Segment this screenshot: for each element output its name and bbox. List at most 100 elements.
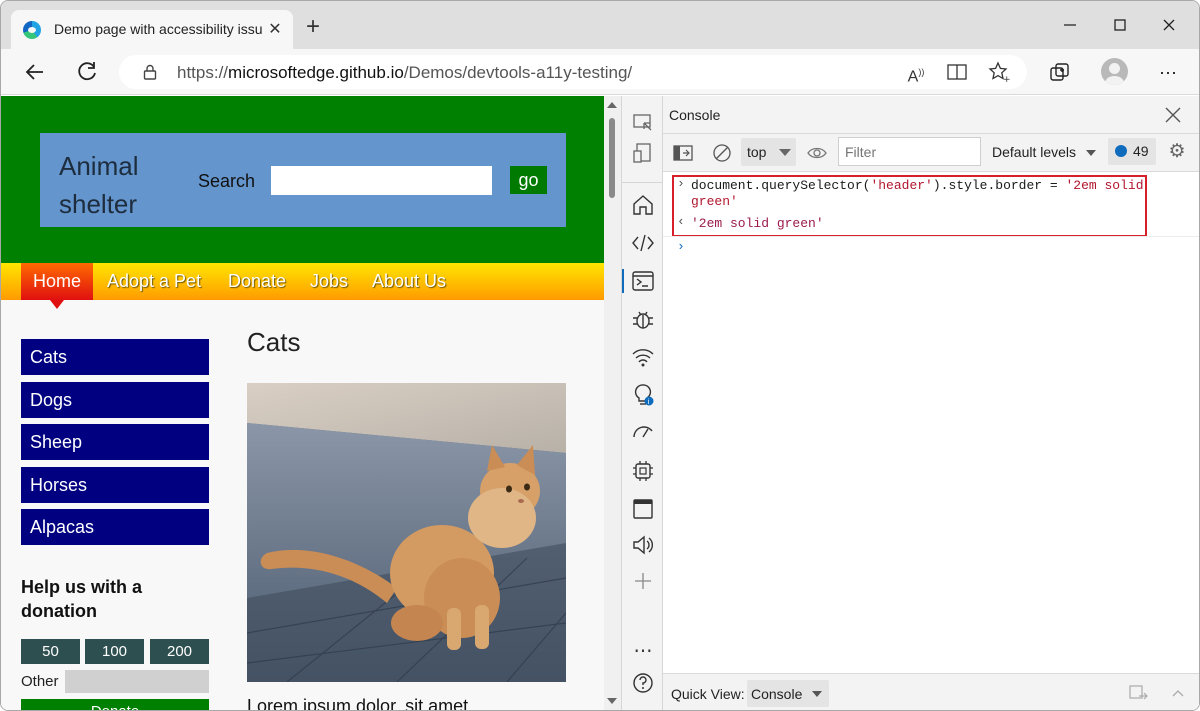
amount-200-button[interactable]: 200 (150, 639, 209, 664)
quick-view-chevron-down-icon (812, 691, 822, 697)
nav-about[interactable]: About Us (360, 263, 458, 300)
context-value: top (747, 144, 767, 160)
collections-icon[interactable] (1048, 61, 1072, 85)
close-tab-icon[interactable]: ✕ (265, 19, 285, 39)
quick-view-value: Console (751, 686, 803, 702)
svg-text:+: + (1003, 75, 1010, 83)
elements-icon[interactable] (630, 230, 656, 256)
welcome-home-icon[interactable] (630, 192, 656, 218)
immersive-reader-icon[interactable] (946, 61, 968, 83)
add-favorite-icon[interactable]: + (988, 61, 1011, 85)
console-prompt-icon[interactable]: › (677, 239, 685, 254)
console-result-line[interactable]: '2em solid green' (691, 216, 824, 232)
code-selector-string: 'header' (870, 178, 933, 193)
url-scheme: https:// (177, 63, 229, 82)
address-bar[interactable]: https://microsoftedge.github.io/Demos/de… (119, 55, 1027, 89)
search-input[interactable] (271, 166, 492, 195)
performance-icon[interactable] (630, 420, 656, 446)
context-dropdown[interactable]: top (741, 138, 796, 166)
page-header: Animal shelter Search go (1, 96, 604, 263)
amount-100-button[interactable]: 100 (85, 639, 144, 664)
url-path: /Demos/devtools-a11y-testing/ (403, 63, 633, 82)
device-emulation-icon[interactable] (630, 140, 656, 166)
help-icon[interactable] (630, 670, 656, 696)
svg-text:i: i (647, 398, 649, 406)
sidebar-item-cats[interactable]: Cats (21, 339, 209, 375)
new-tab-button[interactable]: + (301, 15, 325, 39)
issues-counter-button[interactable]: 49 (1108, 138, 1156, 165)
quick-view-label: Quick View: (671, 686, 745, 702)
clear-console-icon[interactable] (710, 141, 734, 165)
console-filter-input[interactable] (838, 137, 981, 166)
maximize-icon[interactable] (1108, 13, 1132, 37)
tab-title: Demo page with accessibility issues (54, 21, 262, 37)
devtools-panel: Console top Default levels (663, 96, 1199, 710)
sidebar-item-horses[interactable]: Horses (21, 466, 209, 503)
read-aloud-icon[interactable]: A)) (905, 61, 927, 85)
scroll-down-arrow-icon[interactable] (607, 698, 617, 704)
log-levels-dropdown[interactable]: Default levels (992, 144, 1076, 160)
nav-adopt[interactable]: Adopt a Pet (95, 263, 213, 300)
show-sidebar-icon[interactable] (671, 141, 695, 165)
profile-avatar[interactable] (1101, 58, 1128, 85)
activity-divider (622, 182, 664, 183)
code-middle: ).style.border = (932, 178, 1066, 193)
nav-donate[interactable]: Donate (216, 263, 298, 300)
page-scrollbar[interactable] (604, 96, 621, 710)
demo-page: Animal shelter Search go Home Adopt a Pe… (1, 96, 604, 710)
lock-icon[interactable] (143, 64, 157, 80)
memory-chip-icon[interactable] (630, 458, 656, 484)
back-icon[interactable] (21, 58, 49, 86)
console-input-line-1[interactable]: document.querySelector('header').style.b… (691, 178, 1144, 194)
tab-strip: Demo page with accessibility issues ✕ + (1, 1, 1199, 49)
chevron-down-icon (779, 149, 791, 156)
expand-chevron-up-icon[interactable] (1167, 682, 1189, 704)
inspect-element-icon[interactable] (630, 110, 656, 136)
issues-lightbulb-icon[interactable]: i (630, 382, 656, 408)
nav-home[interactable]: Home (21, 263, 94, 300)
quick-view-bar: Quick View: Console (663, 673, 1199, 710)
amount-50-button[interactable]: 50 (21, 639, 80, 664)
live-expression-eye-icon[interactable] (805, 141, 829, 165)
active-nav-indicator (50, 300, 64, 309)
console-input-line-2[interactable]: green' (691, 194, 738, 210)
console-row-divider (663, 236, 1199, 237)
edge-favicon-icon (23, 21, 41, 39)
application-window-icon[interactable] (630, 496, 656, 522)
issues-count: 49 (1133, 143, 1149, 159)
other-amount-input[interactable] (65, 670, 209, 693)
sources-debugger-icon[interactable] (630, 306, 656, 332)
close-window-icon[interactable] (1157, 13, 1181, 37)
browser-tab[interactable]: Demo page with accessibility issues ✕ (11, 10, 293, 49)
header-inner: Animal shelter Search go (40, 133, 566, 227)
sidebar-item-alpacas[interactable]: Alpacas (21, 509, 209, 545)
browser-window: Demo page with accessibility issues ✕ + … (0, 0, 1200, 711)
panel-tab-console[interactable]: Console (669, 107, 720, 123)
dock-to-main-icon[interactable] (1127, 682, 1149, 704)
code-value-string-1: '2em solid (1065, 178, 1144, 193)
console-settings-gear-icon[interactable]: ⚙ (1165, 140, 1189, 164)
url-text[interactable]: https://microsoftedge.github.io/Demos/de… (177, 63, 632, 83)
scrollbar-thumb[interactable] (609, 118, 615, 198)
more-menu-icon[interactable]: ⋯ (1156, 61, 1180, 85)
nav-jobs[interactable]: Jobs (298, 263, 360, 300)
minimize-icon[interactable] (1058, 13, 1082, 37)
sidebar-item-sheep[interactable]: Sheep (21, 424, 209, 460)
refresh-icon[interactable] (73, 58, 101, 86)
add-tool-plus-icon[interactable] (630, 568, 656, 594)
quick-view-dropdown[interactable]: Console (747, 680, 829, 707)
go-button[interactable]: go (510, 166, 547, 194)
donate-button[interactable]: Donate (21, 699, 209, 710)
speaker-audio-icon[interactable] (630, 532, 656, 558)
sidebar-item-dogs[interactable]: Dogs (21, 381, 209, 418)
network-icon[interactable] (630, 344, 656, 370)
donation-heading: Help us with a donation (21, 577, 143, 621)
levels-chevron-down-icon (1086, 150, 1096, 156)
site-title: Animal shelter (59, 151, 139, 219)
page-nav: Home Adopt a Pet Donate Jobs About Us (1, 263, 604, 300)
console-icon[interactable] (622, 268, 656, 294)
more-tools-icon[interactable]: ⋯ (630, 639, 656, 665)
scroll-up-arrow-icon[interactable] (607, 102, 617, 108)
close-devtools-icon[interactable] (1161, 103, 1185, 127)
issues-message-icon (1115, 145, 1127, 157)
